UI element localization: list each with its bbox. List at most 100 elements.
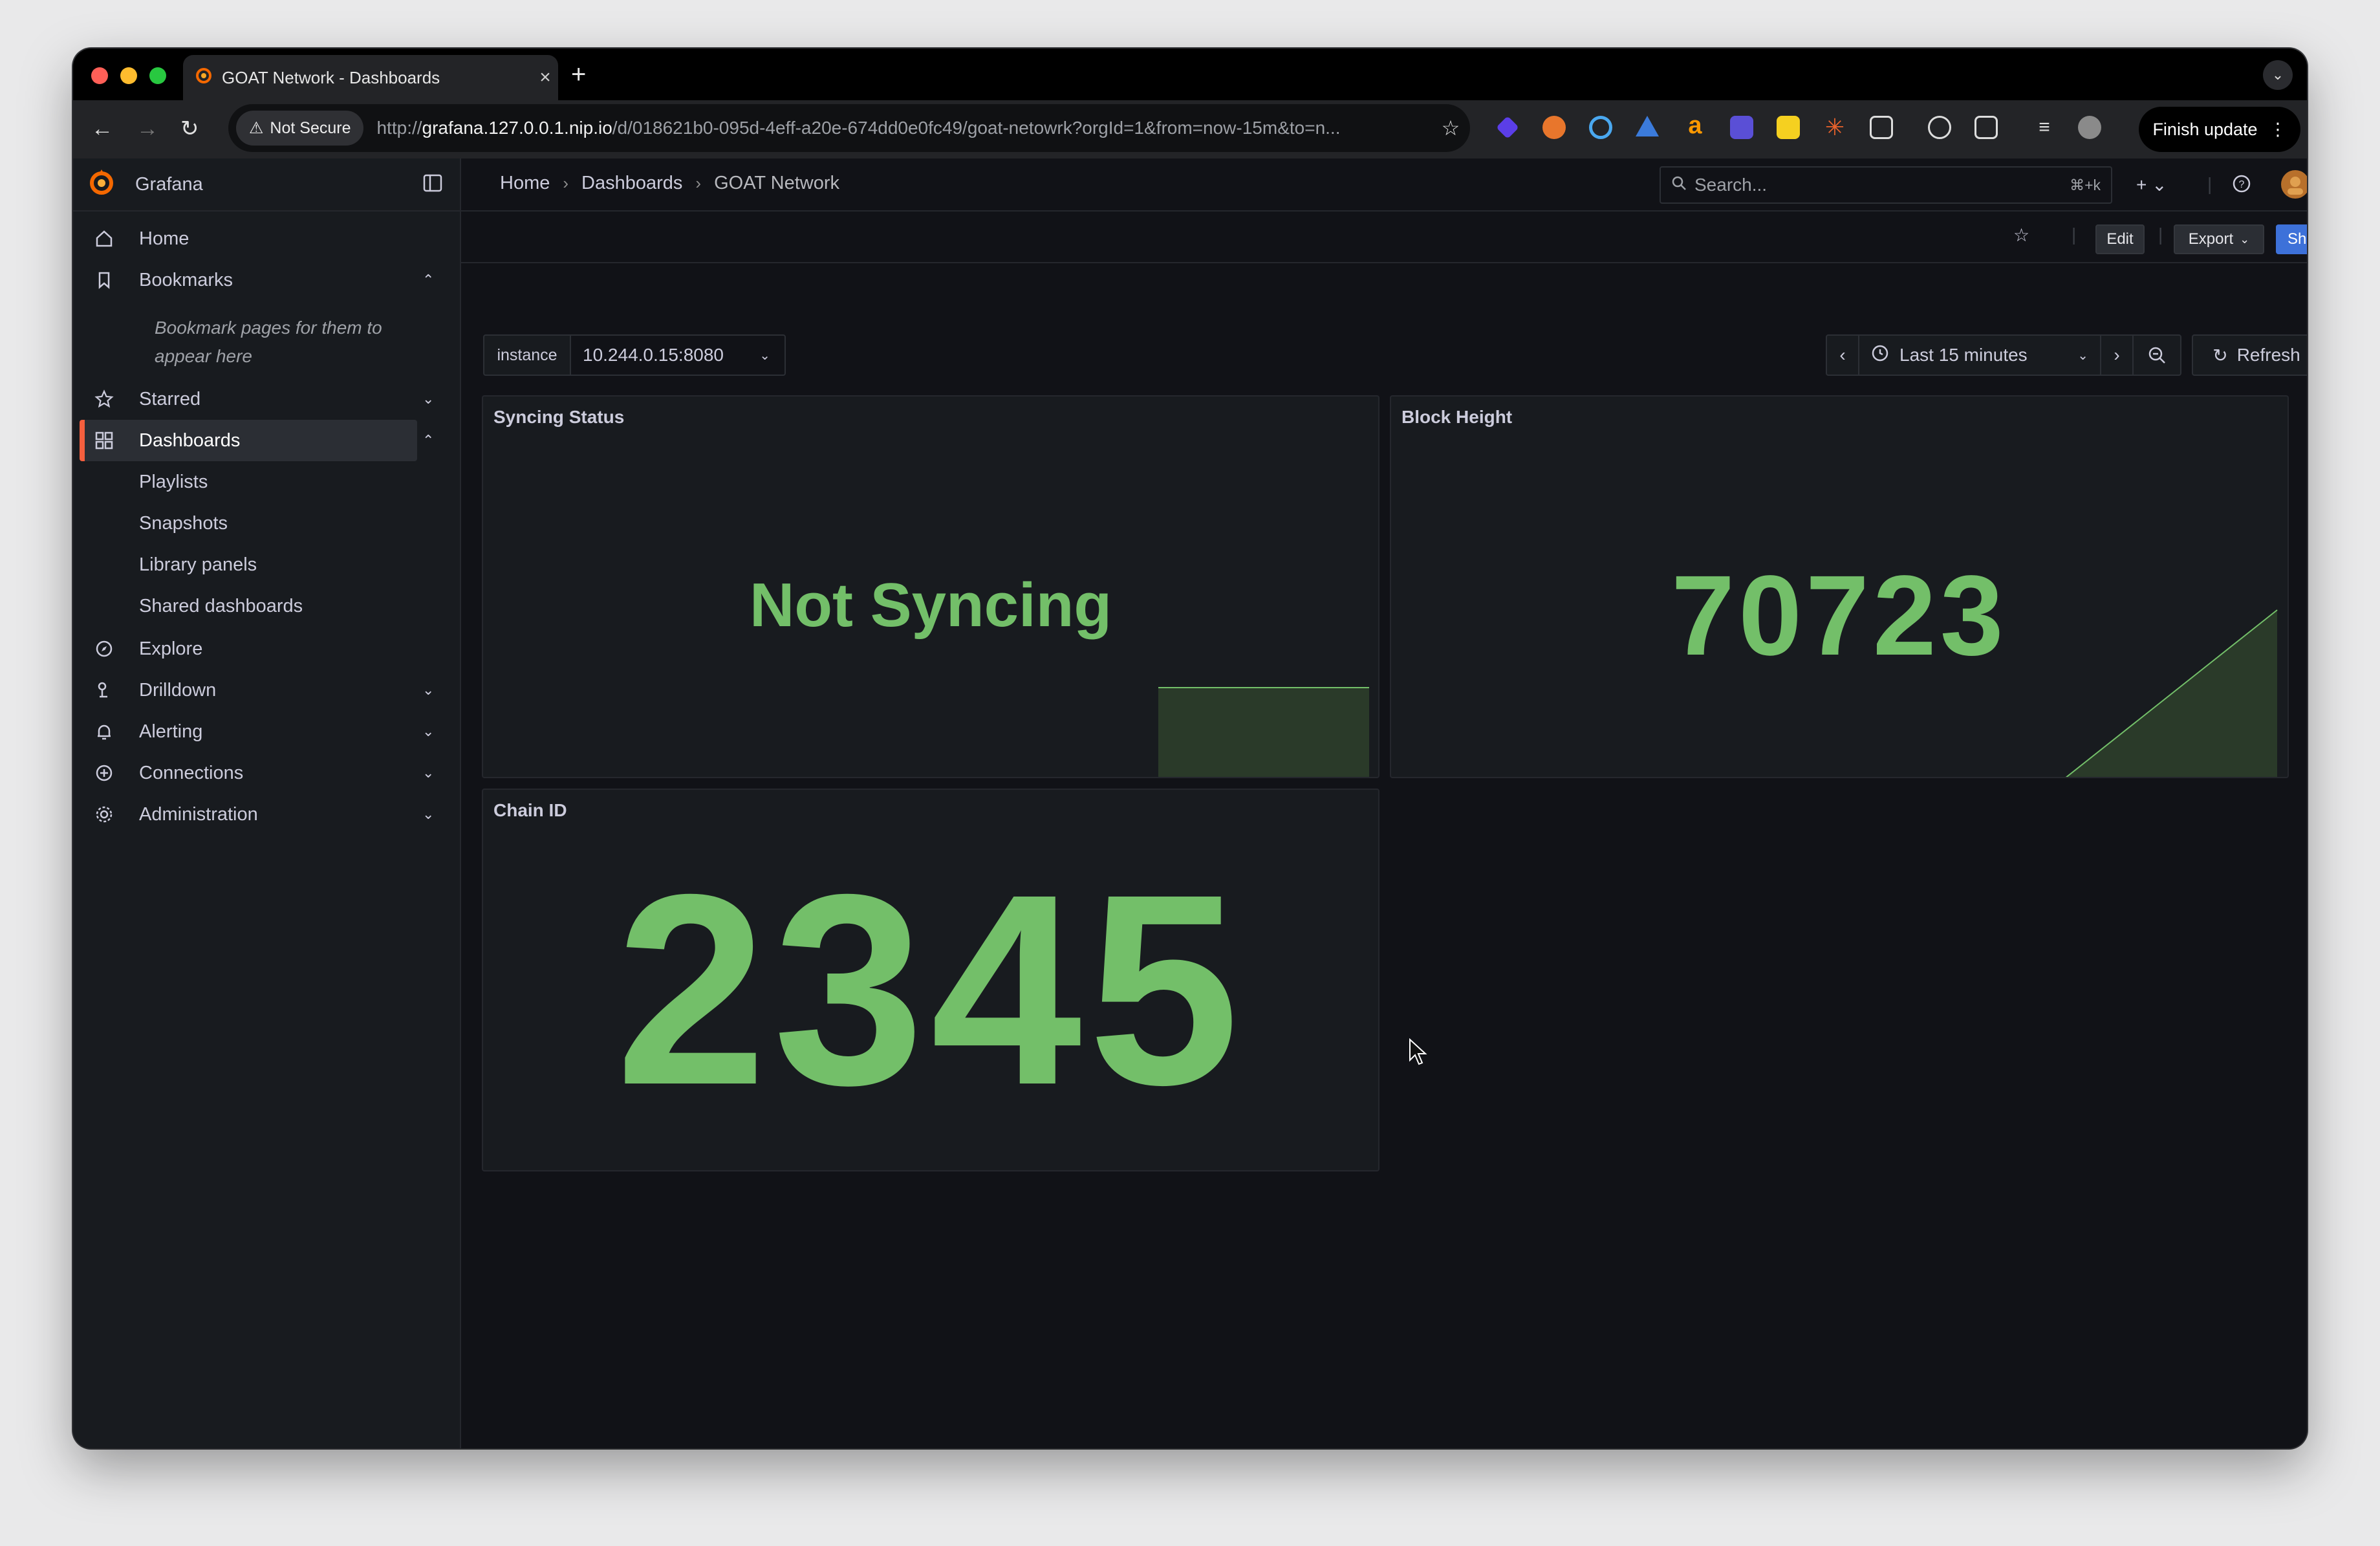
tab-search-chevron-icon[interactable]: ⌄ (2263, 60, 2293, 90)
nav-item-home[interactable]: Home (73, 218, 460, 259)
favorite-star-icon[interactable]: ☆ (2013, 224, 2029, 246)
nav-label: Administration (139, 803, 258, 825)
asterisk-icon[interactable]: ✳ (1823, 116, 1846, 139)
edit-button[interactable]: Edit (2095, 224, 2145, 254)
finish-update-button[interactable]: Finish update ⋮ (2139, 107, 2300, 152)
panel-title: Chain ID (493, 800, 567, 820)
grafana-topbar: Home › Dashboards › GOAT Network Search.… (461, 158, 2307, 212)
minimize-window-button[interactable] (120, 67, 137, 84)
close-window-button[interactable] (91, 67, 108, 84)
clock-icon (1871, 344, 1889, 367)
profile-icon[interactable] (2078, 116, 2101, 139)
triangle-icon[interactable] (1636, 116, 1659, 136)
sidebar-header: Grafana (73, 158, 460, 212)
search-input[interactable]: Search... ⌘+k (1660, 166, 2112, 204)
address-bar[interactable]: ⚠ Not Secure http://grafana.127.0.0.1.ni… (228, 104, 1470, 152)
browser-tab-active[interactable]: GOAT Network - Dashboards × (183, 55, 558, 100)
nav-label: Connections (139, 762, 244, 783)
nav-label: Explore (139, 638, 203, 659)
chevron-down-icon[interactable]: ⌄ (422, 765, 434, 781)
reader-icon[interactable] (1974, 116, 1998, 139)
time-range-picker[interactable]: Last 15 minutes ⌄ (1858, 334, 2101, 376)
time-shift-forward-button[interactable]: › (2100, 334, 2134, 376)
star-icon (92, 387, 116, 411)
tdk-icon[interactable] (1730, 116, 1753, 139)
search-shortcut: ⌘+k (2070, 176, 2101, 193)
nav-subitem-shared-dashboards[interactable]: Shared dashboards (139, 596, 303, 617)
more-vertical-icon: ⋮ (2269, 119, 2287, 139)
active-indicator-bar (80, 420, 85, 461)
puzzle-icon[interactable] (1870, 116, 1893, 139)
nav-label: Alerting (139, 721, 203, 742)
panel-title: Block Height (1401, 407, 1513, 427)
nav-item-alerting[interactable]: Alerting ⌄ (73, 711, 460, 752)
back-arrow-icon[interactable]: ← (91, 116, 113, 142)
nav-item-drilldown[interactable]: Drilldown ⌄ (73, 670, 460, 711)
tab-strip: GOAT Network - Dashboards × + ⌄ (73, 49, 2307, 100)
screenshot-icon[interactable] (1928, 116, 1951, 139)
security-indicator[interactable]: ⚠ Not Secure (236, 111, 364, 146)
refresh-button[interactable]: ↻ Refresh (2192, 334, 2307, 376)
plus-dropdown-icon[interactable]: + ⌄ (2136, 174, 2167, 195)
nav-item-explore[interactable]: Explore (73, 628, 460, 670)
divider: | (2207, 174, 2212, 194)
zoom-out-icon[interactable] (2132, 334, 2181, 376)
export-label: Export (2188, 230, 2234, 248)
amazon-icon[interactable]: a (1683, 113, 1707, 139)
chevron-down-icon: ⌄ (2240, 232, 2250, 246)
chevron-down-icon[interactable]: ⌄ (422, 682, 434, 699)
nav-item-bookmarks[interactable]: Bookmarks ⌃ (73, 259, 460, 301)
panel-chain-id[interactable]: Chain ID 2345 (482, 789, 1379, 1171)
chevron-down-icon[interactable]: ⌄ (422, 723, 434, 740)
tab-close-icon[interactable]: × (532, 67, 558, 89)
chevron-down-icon: ⌄ (759, 348, 770, 363)
reload-icon[interactable]: ↻ (180, 116, 199, 142)
playlist-icon[interactable]: ≡ (2033, 116, 2056, 139)
user-avatar-icon[interactable] (2280, 169, 2307, 204)
new-tab-button[interactable]: + (571, 60, 586, 89)
share-button[interactable]: Share (2276, 224, 2307, 254)
panel-syncing-status[interactable]: Syncing Status Not Syncing (482, 395, 1379, 778)
instance-variable-label: instance (483, 334, 571, 376)
nav-subitem-library-panels[interactable]: Library panels (139, 554, 257, 576)
zoom-window-button[interactable] (149, 67, 166, 84)
bookmarks-empty-hint: Bookmark pages for them to appear here (155, 318, 382, 366)
instance-variable-select[interactable]: 10.244.0.15:8080 ⌄ (570, 334, 786, 376)
panel-block-height[interactable]: Block Height 70723 (1390, 395, 2289, 778)
dock-menu-icon[interactable] (422, 173, 443, 197)
nav-label: Starred (139, 388, 201, 409)
breadcrumb-home[interactable]: Home (500, 173, 550, 194)
nav-subitem-playlists[interactable]: Playlists (139, 472, 208, 493)
cog-icon (92, 803, 116, 826)
nav-item-connections[interactable]: Connections ⌄ (73, 752, 460, 794)
finish-update-label: Finish update (2152, 119, 2258, 139)
ring-icon[interactable] (1589, 116, 1612, 139)
url-text[interactable]: http://grafana.127.0.0.1.nip.io/d/018621… (376, 118, 1431, 138)
bookmark-star-icon[interactable]: ☆ (1431, 116, 1470, 140)
grafana-favicon-icon (195, 67, 213, 89)
fox-icon[interactable] (1542, 116, 1566, 139)
breadcrumb-dashboards[interactable]: Dashboards (581, 173, 682, 194)
nav-subitem-snapshots[interactable]: Snapshots (139, 513, 228, 534)
nav-label: Drilldown (139, 679, 217, 701)
breadcrumb: Home › Dashboards › GOAT Network (500, 173, 839, 194)
chevron-down-icon[interactable]: ⌄ (422, 806, 434, 823)
compass-icon (92, 637, 116, 660)
dollar-icon[interactable] (1777, 116, 1800, 139)
active-highlight (80, 420, 417, 461)
sparkline-chart (1158, 687, 1369, 777)
chevron-down-icon[interactable]: ⌄ (422, 391, 434, 408)
nav-item-dashboards[interactable]: Dashboards ⌃ (80, 420, 482, 461)
forward-arrow-icon[interactable]: → (136, 116, 158, 142)
help-icon[interactable]: ? (2232, 174, 2251, 198)
chevron-up-icon[interactable]: ⌃ (422, 432, 434, 449)
nav-item-administration[interactable]: Administration ⌄ (73, 794, 460, 835)
nav-item-starred[interactable]: Starred ⌄ (73, 378, 460, 420)
stat-value: Not Syncing (749, 571, 1112, 640)
chevron-up-icon[interactable]: ⌃ (422, 272, 434, 289)
export-button[interactable]: Export ⌄ (2174, 224, 2264, 254)
time-shift-back-button[interactable]: ‹ (1826, 334, 1859, 376)
grafana-logo-icon[interactable] (86, 168, 117, 202)
chevron-right-icon: › (695, 173, 702, 193)
divider: | (2072, 224, 2077, 245)
